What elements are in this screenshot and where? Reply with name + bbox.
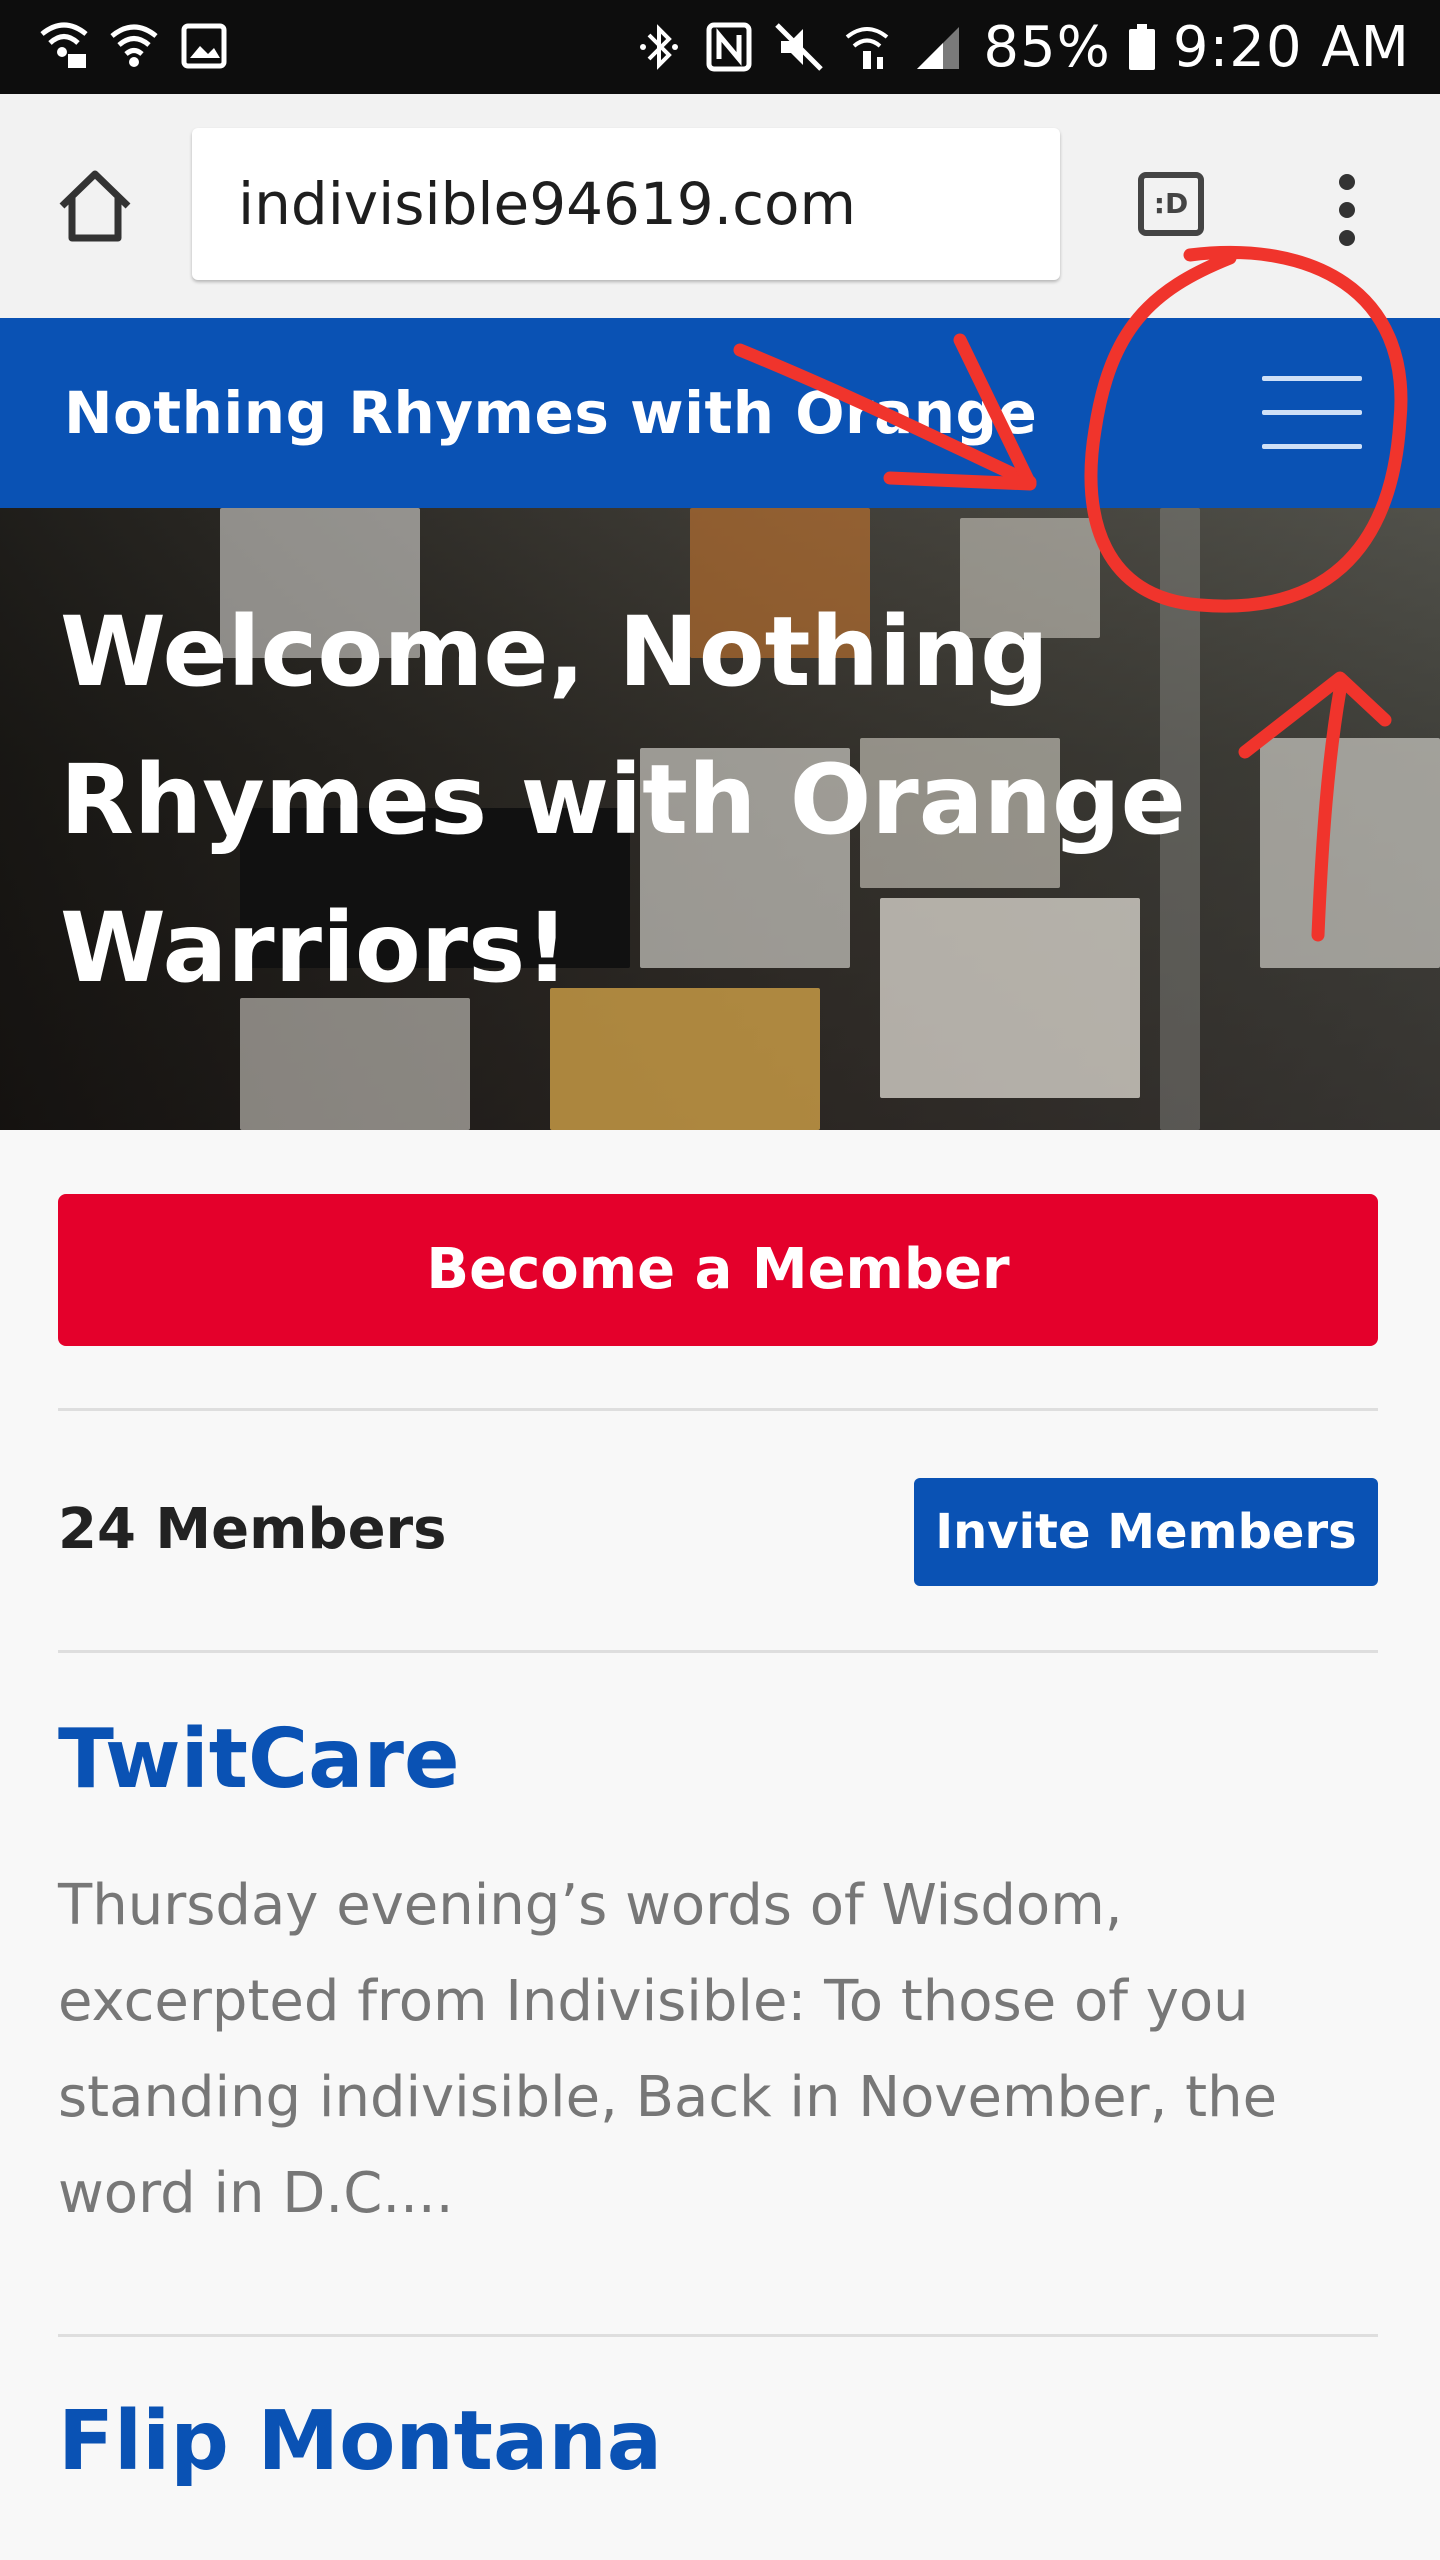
home-icon[interactable] [52,164,138,250]
battery-icon [1128,24,1155,70]
signal-icon [917,27,960,69]
nfc-icon [706,22,752,72]
post-title[interactable]: Flip Montana [58,2394,662,2489]
divider [58,1408,1378,1411]
hamburger-menu-icon[interactable] [1262,376,1362,452]
become-member-button[interactable]: Become a Member [58,1194,1378,1346]
site-title[interactable]: Nothing Rhymes with Orange [64,318,1037,508]
status-bar: 85% 9:20 AM [0,0,1440,94]
wifi-calling-icon [846,27,889,69]
clock: 9:20 AM [1172,14,1410,80]
wifi-lock-icon [40,22,88,68]
post-excerpt: Thursday evening’s words of Wisdom, exce… [58,1873,1278,2226]
member-count: 24 Members [58,1497,447,1562]
more-vert-icon[interactable] [1322,170,1372,250]
tab-switcher-icon[interactable]: :D [1138,172,1204,236]
address-bar[interactable]: indivisible94619.com [192,128,1060,280]
divider [58,1650,1378,1653]
mute-icon [775,23,824,71]
url-text[interactable]: indivisible94619.com [238,128,856,280]
browser-toolbar: indivisible94619.com :D [0,94,1440,319]
hero-photo-sign [1260,738,1440,968]
wifi-icon [110,24,158,67]
battery-percentage: 85% [983,14,1111,80]
divider [58,2334,1378,2337]
post-title[interactable]: TwitCare [58,1712,460,1807]
invite-members-button[interactable]: Invite Members [914,1478,1378,1586]
hero-heading: Welcome, Nothing Rhymes with Orange Warr… [60,596,1186,1004]
image-icon [181,23,227,69]
site-header: Nothing Rhymes with Orange [0,318,1440,508]
bluetooth-icon [640,24,679,70]
